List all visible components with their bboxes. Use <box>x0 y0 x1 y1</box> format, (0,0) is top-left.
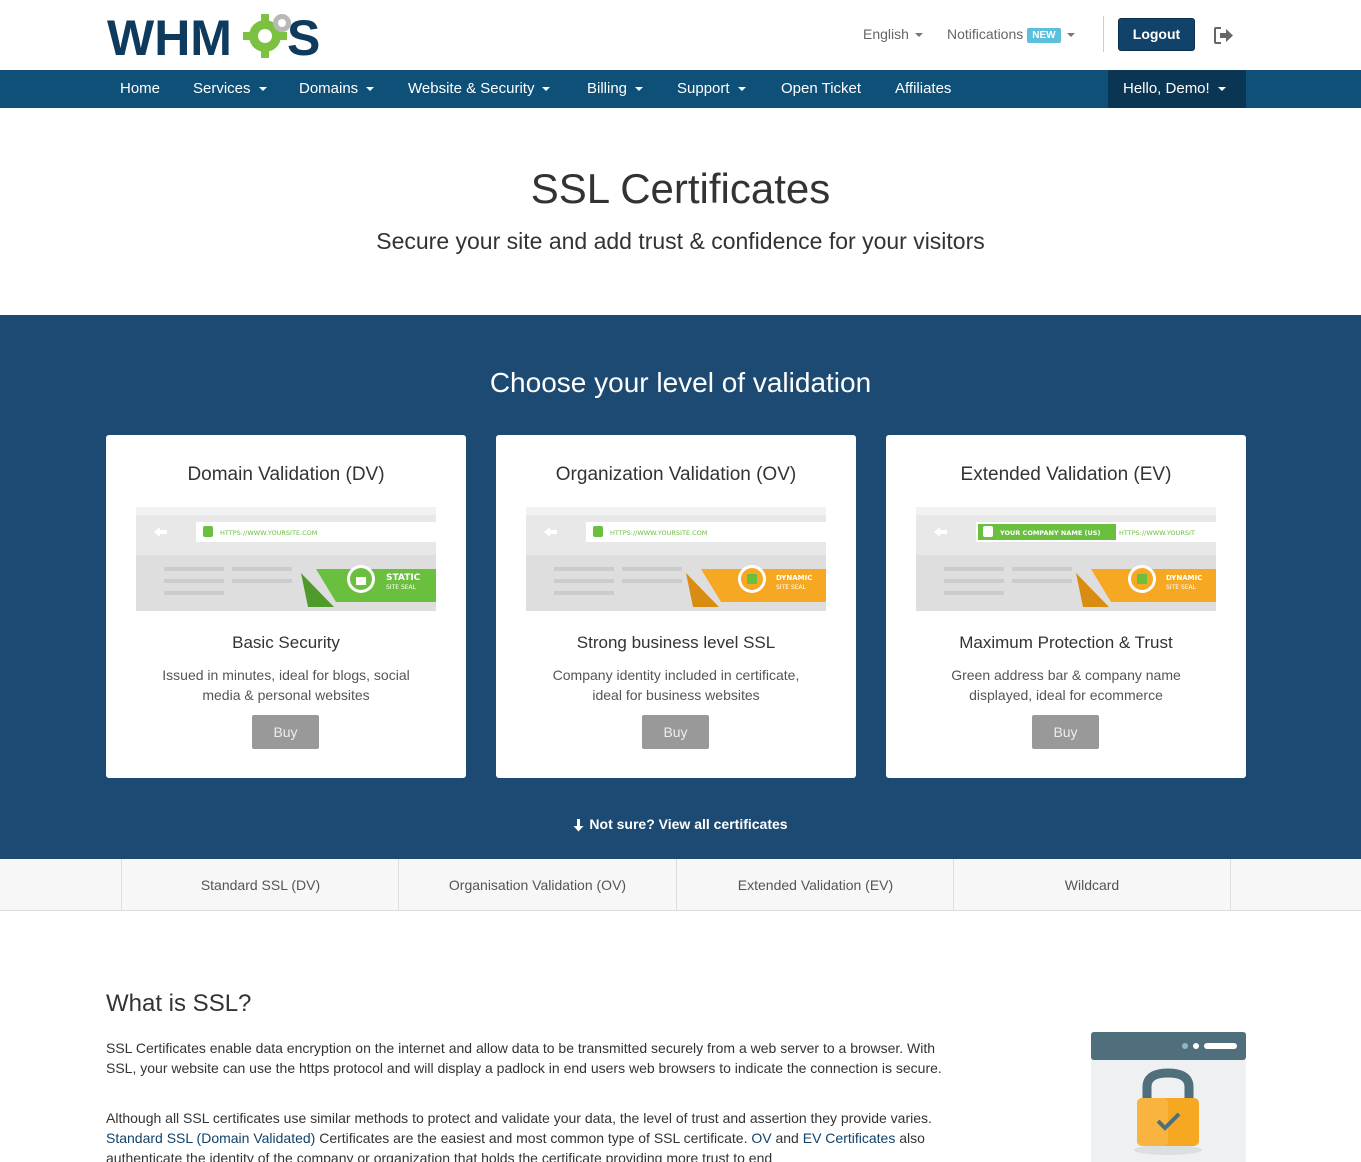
nav-label: Affiliates <box>895 80 952 97</box>
ssl-paragraph-1: SSL Certificates enable data encryption … <box>106 1040 942 1076</box>
chevron-down-icon <box>914 33 923 38</box>
tab-organisation-validation[interactable]: Organisation Validation (OV) <box>398 859 676 911</box>
nav-website-security[interactable]: Website & Security <box>408 70 551 108</box>
nav-home[interactable]: Home <box>120 70 160 108</box>
nav-open-ticket[interactable]: Open Ticket <box>781 70 861 108</box>
nav-label: Domains <box>299 80 359 97</box>
card-title: Domain Validation (DV) <box>187 464 385 485</box>
notifications-dropdown[interactable]: Notifications NEW <box>947 26 1075 43</box>
chevron-down-icon <box>366 87 375 92</box>
text: and <box>771 1130 803 1146</box>
validation-title: Choose your level of validation <box>489 367 872 398</box>
certificate-tabs: Standard SSL (DV) Organisation Validatio… <box>0 859 1361 911</box>
top-header: WHM S English Notifications NEW Logout <box>0 0 1361 70</box>
nav-domains[interactable]: Domains <box>299 70 375 108</box>
nav-label: Support <box>677 80 730 97</box>
padlock-illustration <box>1091 1032 1246 1162</box>
nav-services[interactable]: Services <box>193 70 267 108</box>
card-ov: Organization Validation (OV) HTTPS://WWW… <box>496 435 856 778</box>
nav-label: Home <box>120 80 161 97</box>
card-title: Extended Validation (EV) <box>960 464 1172 485</box>
notifications-label: Notifications <box>947 26 1024 42</box>
nav-affiliates[interactable]: Affiliates <box>895 70 951 108</box>
card-dv: Domain Validation (DV) HTTPS://WWW.YOURS… <box>106 435 466 778</box>
seal-label: STATIC <box>386 573 421 583</box>
chevron-down-icon <box>1217 87 1226 92</box>
buy-ov-button[interactable]: Buy <box>642 715 709 749</box>
ov-browser-illustration: HTTPS://WWW.YOURSITE.COM DYNAMIC SITE SE… <box>526 507 826 611</box>
tab-extended-validation[interactable]: Extended Validation (EV) <box>676 859 954 911</box>
card-title: Organization Validation (OV) <box>555 464 797 485</box>
arrow-down-icon <box>573 818 584 832</box>
card-ev: Extended Validation (EV) YOUR COMPANY NA… <box>886 435 1246 778</box>
seal-sublabel: SITE SEAL <box>1166 584 1197 591</box>
page-title: SSL Certificates <box>530 165 831 212</box>
dv-browser-illustration: HTTPS://WWW.YOURSITE.COM STATIC SITE SEA… <box>136 507 436 611</box>
seal-sublabel: SITE SEAL <box>776 584 807 591</box>
seal-label: DYNAMIC <box>776 574 812 582</box>
ev-browser-illustration: YOUR COMPANY NAME (US) HTTPS://WWW.YOURS… <box>916 507 1216 611</box>
ov-link[interactable]: OV <box>751 1130 771 1146</box>
company-label: YOUR COMPANY NAME (US) <box>999 529 1100 537</box>
tab-standard-ssl[interactable]: Standard SSL (DV) <box>121 859 399 911</box>
url-label: HTTPS://WWW.YOURSIT <box>1119 529 1195 537</box>
header-divider <box>1103 16 1104 52</box>
language-label: English <box>863 26 909 42</box>
whmcs-logo[interactable]: WHM S <box>107 9 319 63</box>
text: Although all SSL certificates use simila… <box>106 1110 932 1126</box>
nav-billing[interactable]: Billing <box>587 70 644 108</box>
nav-support[interactable]: Support <box>677 70 746 108</box>
ev-link[interactable]: EV Certificates <box>803 1130 896 1146</box>
text: Certificates are the easiest and most co… <box>315 1130 752 1146</box>
nav-label: Hello, Demo! <box>1123 80 1210 97</box>
tab-wildcard[interactable]: Wildcard <box>953 859 1231 911</box>
ssl-paragraph-2: Although all SSL certificates use simila… <box>106 1108 956 1162</box>
card-subtitle: Basic Security <box>232 633 340 652</box>
page-subtitle: Secure your site and add trust & confide… <box>376 228 985 254</box>
chevron-down-icon <box>542 87 551 92</box>
sign-out-icon[interactable] <box>1214 27 1234 44</box>
url-label: HTTPS://WWW.YOURSITE.COM <box>610 529 707 537</box>
card-subtitle: Maximum Protection & Trust <box>959 633 1173 652</box>
nav-label: Services <box>193 80 251 97</box>
language-dropdown[interactable]: English <box>863 26 923 42</box>
card-description: Issued in minutes, ideal for blogs, soci… <box>162 667 410 703</box>
buy-dv-button[interactable]: Buy <box>252 715 319 749</box>
url-label: HTTPS://WWW.YOURSITE.COM <box>220 529 317 537</box>
section-title: What is SSL? <box>106 990 252 1017</box>
seal-label: DYNAMIC <box>1166 574 1202 582</box>
svg-text:S: S <box>287 10 319 63</box>
chevron-down-icon <box>258 87 267 92</box>
view-all-certificates-link[interactable]: Not sure? View all certificates <box>0 816 1361 832</box>
chevron-down-icon <box>1066 33 1075 38</box>
card-subtitle: Strong business level SSL <box>576 633 776 652</box>
svg-text:WHM: WHM <box>107 10 232 63</box>
logout-button[interactable]: Logout <box>1118 18 1195 51</box>
card-description: Company identity included in certificate… <box>552 667 800 703</box>
card-description: Green address bar & company name display… <box>951 667 1181 703</box>
seal-sublabel: SITE SEAL <box>386 584 417 591</box>
nav-label: Website & Security <box>408 80 535 97</box>
nav-label: Open Ticket <box>781 80 862 97</box>
buy-ev-button[interactable]: Buy <box>1032 715 1099 749</box>
nav-label: Billing <box>587 80 628 97</box>
standard-ssl-link[interactable]: Standard SSL (Domain Validated) <box>106 1130 315 1146</box>
new-badge: NEW <box>1027 27 1061 43</box>
nav-account-menu[interactable]: Hello, Demo! <box>1108 70 1246 108</box>
chevron-down-icon <box>635 87 644 92</box>
view-all-label: Not sure? View all certificates <box>589 816 788 832</box>
main-navbar: Home Services Domains Website & Security… <box>0 70 1361 108</box>
chevron-down-icon <box>737 87 746 92</box>
